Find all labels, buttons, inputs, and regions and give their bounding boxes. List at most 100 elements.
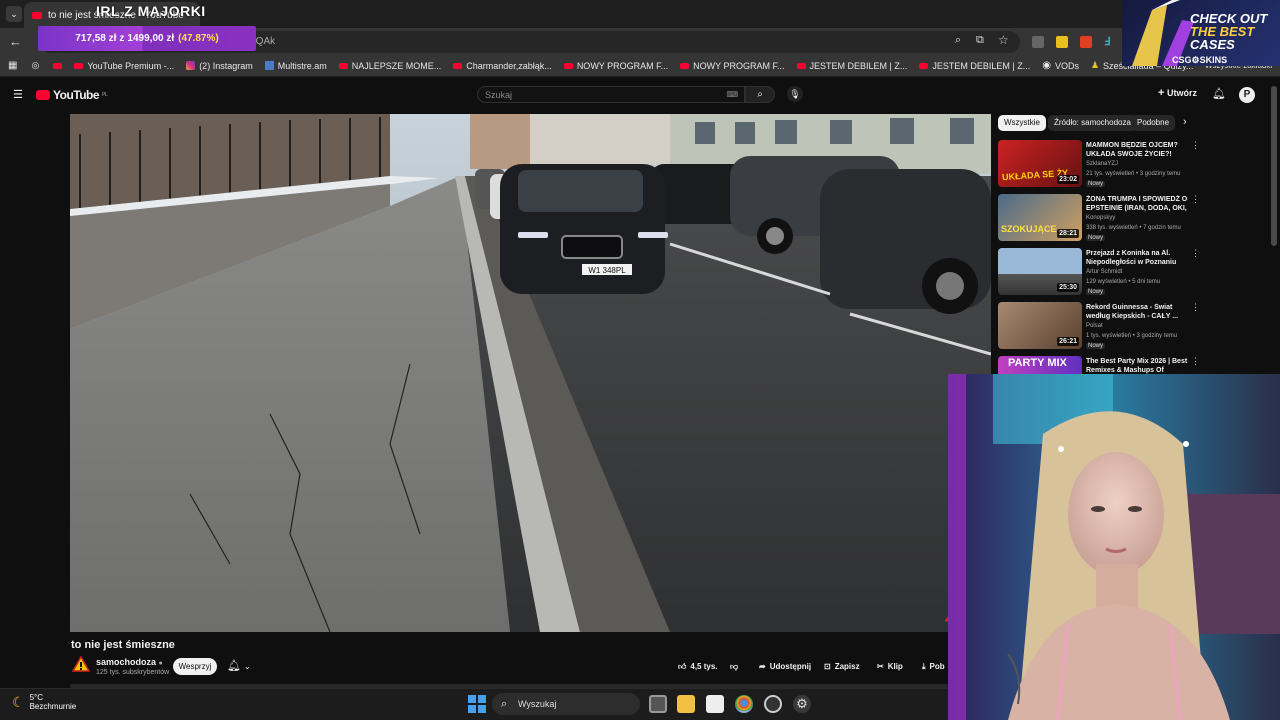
recommended-video[interactable]: UKŁADA SE ŻY 23:02 MAMMON BĘDZIE OJCEM? … [998,140,1270,190]
video-player[interactable]: W1 348PL [70,114,991,632]
youtube-favicon-icon [32,11,42,19]
page-scrollbar[interactable] [1271,86,1277,246]
more-options-icon[interactable]: ⋮ [1191,248,1200,259]
chevron-down-icon: ⌄ [243,662,251,671]
bookmark-item[interactable]: ◉ VODs [1042,60,1079,71]
bookmark-item[interactable]: YouTube Premium -... [74,61,174,71]
search-button[interactable]: ⌕ [745,86,775,103]
notifications-bell-icon[interactable]: 🔔︎ [1212,87,1226,100]
keyboard-icon[interactable]: ⌨ [726,87,738,103]
video-thumbnail: UKŁADA SE ŻY 23:02 [998,140,1082,187]
share-icon: ➦ [759,662,766,671]
extension-icon[interactable] [1032,36,1044,48]
channel-avatar[interactable] [72,656,90,672]
moon-weather-icon: ☾ [12,693,25,710]
youtube-icon [919,62,929,69]
license-plate: W1 348PL [588,266,626,275]
extension-icon[interactable]: Ⅎ [1104,35,1110,48]
extension-icon[interactable] [1080,36,1092,48]
support-button[interactable]: Wesprzyj [173,658,217,675]
youtube-icon [74,62,84,69]
recommended-video[interactable]: 26:21 Rekord Guinnessa - Świat według Ki… [998,302,1270,352]
channel-name[interactable]: samochodoza ● [96,657,163,667]
save-button[interactable]: ⊡ Zapisz [824,658,860,675]
video-thumbnail: SZOKUJĄCE 28:21 [998,194,1082,241]
dislike-button[interactable]: 👎︎ [730,658,738,675]
recommended-video[interactable]: PARTY MIX The Best Party Mix 2026 | Best… [998,356,1270,374]
video-title: to nie jest śmieszne [71,639,175,651]
save-playlist-icon: ⊡ [824,662,831,671]
youtube-icon [796,62,806,69]
more-options-icon[interactable]: ⋮ [1191,140,1200,151]
search-icon: ⌕ [757,89,763,100]
search-icon: ⌕ [501,698,508,710]
microsoft-store-icon[interactable] [706,695,724,713]
subscription-bell-button[interactable]: 🔔︎ ⌄ [227,659,251,672]
goal-current: 717,58 zł [75,33,117,44]
donation-goal-bar: 717,58 zł z 1499,00 zł (47.87%) [38,26,256,51]
clip-button[interactable]: ✂ Klip [877,658,903,675]
youtube-search-input[interactable]: Szukaj ⌨ [477,86,745,103]
video-thumbnail: 25:30 [998,248,1082,295]
bookmark-item[interactable]: (2) Instagram [186,61,253,71]
bookmark-item[interactable]: Charmander,zabłąk... [453,61,552,71]
back-arrow-icon[interactable]: ← [9,34,22,49]
chip-all[interactable]: Wszystkie [998,115,1046,131]
create-button[interactable]: + Utwórz [1158,87,1197,99]
extension-bookmark-icon[interactable]: ◎ [31,60,39,71]
bookmark-item[interactable]: NOWY PROGRAM F... [680,61,785,71]
cast-icon[interactable]: ⧉ [976,34,984,47]
youtube-icon [453,62,463,69]
thumbs-down-icon: 👎︎ [730,661,739,671]
stream-title-overlay: IRL Z MAJORKI [96,3,206,19]
recommended-video[interactable]: SZOKUJĄCE 28:21 ŻONA TRUMPA I SPOWIEDŹ O… [998,194,1270,244]
bookmark-item[interactable]: JESTEM DEBILEM | Z... [919,61,1030,71]
youtube-bookmark-icon[interactable] [53,62,63,69]
bookmark-item[interactable]: Multistre.am [264,61,327,71]
youtube-logo[interactable]: YouTube PL [36,88,108,102]
chevron-right-icon[interactable]: › [1183,116,1187,128]
weather-widget[interactable]: ☾ 5°C Bezchmurnie [12,693,76,711]
thumbs-up-icon: 👍︎ [678,661,687,671]
more-options-icon[interactable]: ⋮ [1191,194,1200,205]
bookmark-item[interactable]: JESTEM DEBILEM | Z... [796,61,907,71]
task-view-icon[interactable] [649,695,667,713]
microphone-icon[interactable]: 🎙 [787,86,803,102]
video-thumbnail: 26:21 [998,302,1082,349]
streamer-webcam [948,374,1280,720]
bookmark-star-icon[interactable]: ☆ [998,33,1009,47]
share-button[interactable]: ➦ Udostępnij [759,658,811,675]
folder-icon: ♟ [1090,60,1100,70]
goal-percent: (47.87%) [178,33,219,44]
multistream-icon [264,61,274,70]
verified-icon: ● [158,660,163,667]
extension-icon[interactable] [1056,36,1068,48]
tab-search-chevron-icon[interactable]: ⌄ [6,6,22,22]
more-options-icon[interactable]: ⋮ [1191,302,1200,313]
more-options-icon[interactable]: ⋮ [1191,356,1200,367]
apps-grid-icon[interactable]: ▦ [8,60,17,71]
zoom-icon[interactable]: ⌕ [955,34,961,47]
chip-related[interactable]: Podobne [1131,115,1176,131]
settings-gear-icon[interactable]: ⚙ [793,695,811,713]
subscriber-count: 125 tys. subskrybentów [96,669,170,676]
bookmark-item[interactable]: NOWY PROGRAM F... [563,61,668,71]
user-avatar[interactable]: P [1239,87,1255,103]
chrome-icon[interactable] [735,695,753,713]
download-icon: ⤓ [922,661,926,671]
bookmark-item[interactable]: NAJLEPSZE MOME... [338,61,441,71]
youtube-icon [338,62,348,69]
youtube-icon [563,62,573,69]
goal-target: 1499,00 zł [127,33,175,44]
recommended-video[interactable]: 25:30 Przejazd z Koninka na Al. Niepodle… [998,248,1270,298]
ad-text: CHECK OUT THE BEST CASES [1190,11,1268,52]
file-explorer-icon[interactable] [677,695,695,713]
chip-from-channel[interactable]: Źródło: samochodoza [1048,115,1137,131]
windows-start-icon[interactable] [468,695,486,713]
like-button[interactable]: 👍︎ 4,5 tys. [678,658,718,675]
hamburger-menu-icon[interactable]: ☰ [13,88,23,101]
taskbar-search[interactable]: ⌕ Wyszukaj [492,693,640,715]
download-button[interactable]: ⤓ Pob [922,658,945,675]
obs-icon[interactable] [764,695,782,713]
video-thumbnail: PARTY MIX [998,356,1082,374]
